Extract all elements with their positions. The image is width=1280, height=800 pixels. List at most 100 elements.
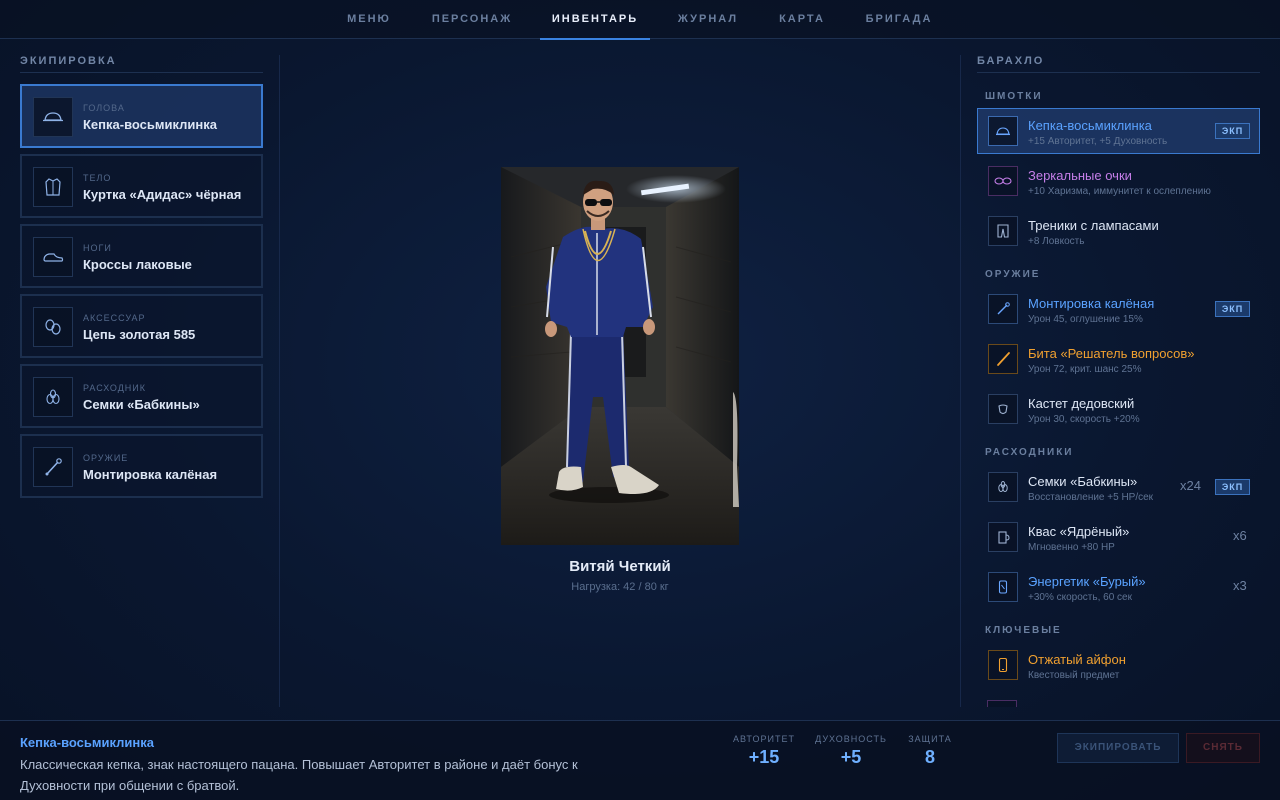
- inventory-item-crowbar[interactable]: Монтировка калёная Урон 45, оглушение 15…: [977, 286, 1260, 332]
- inventory-item-cap[interactable]: Кепка-восьмиклинка +15 Авторитет, +5 Дух…: [977, 108, 1260, 154]
- right-divider: [960, 55, 961, 707]
- inventory-divider: [977, 72, 1260, 73]
- item-quantity: x24: [1180, 478, 1201, 493]
- inventory-item-kvass[interactable]: Квас «Ядрёный» Мгновенно +80 HP x6: [977, 514, 1260, 560]
- equipment-title: ЭКИПИРОВКА: [20, 55, 117, 67]
- item-name: Энергетик «Бурый»: [1028, 574, 1146, 589]
- slot-item-name: Кроссы лаковые: [83, 257, 192, 272]
- slot-type: ОРУЖИЕ: [83, 453, 129, 463]
- slot-type: АКСЕССУАР: [83, 313, 146, 323]
- unequip-button[interactable]: СНЯТЬ: [1186, 733, 1260, 763]
- cap-icon: [988, 116, 1018, 146]
- tab-map[interactable]: КАРТА: [772, 0, 832, 39]
- item-desc: Урон 72, крит. шанс 25%: [1028, 364, 1142, 375]
- equip-slot-head[interactable]: ГОЛОВА Кепка-восьмиклинка: [20, 84, 263, 148]
- item-name: Кастет дедовский: [1028, 396, 1135, 411]
- jacket-icon: [33, 167, 73, 207]
- stat-value: +5: [840, 747, 862, 767]
- equip-slot-weapon[interactable]: ОРУЖИЕ Монтировка калёная: [20, 434, 263, 498]
- character-load: Нагрузка: 42 / 80 кг: [571, 581, 669, 593]
- slot-type: ГОЛОВА: [83, 103, 125, 113]
- inventory-item-phone[interactable]: Отжатый айфон Квестовый предмет: [977, 642, 1260, 688]
- cap-icon: [33, 97, 73, 137]
- stat-value: +15: [748, 747, 780, 767]
- stat-defense: ЗАЩИТА 8: [902, 734, 958, 768]
- inventory-item-seeds[interactable]: Семки «Бабкины» Восстановление +5 HP/сек…: [977, 464, 1260, 510]
- character-portrait: [501, 167, 739, 545]
- category-weapons: ОРУЖИЕ: [985, 269, 1041, 280]
- item-name: Бита «Решатель вопросов»: [1028, 346, 1195, 361]
- item-desc: +15 Авторитет, +5 Духовность: [1028, 136, 1168, 147]
- stat-value: 8: [924, 747, 935, 767]
- slot-type: НОГИ: [83, 243, 112, 253]
- item-name: Отжатый айфон: [1028, 652, 1126, 667]
- chain-icon: [33, 307, 73, 347]
- equipped-badge: ЭКП: [1215, 479, 1250, 495]
- seeds-icon: [33, 377, 73, 417]
- item-desc: Урон 30, скорость +20%: [1028, 414, 1140, 425]
- item-desc: +30% скорость, 60 сек: [1028, 592, 1132, 603]
- item-desc: +8 Ловкость: [1028, 236, 1085, 247]
- item-name: Квас «Ядрёный»: [1028, 524, 1130, 539]
- stat-label: ЗАЩИТА: [908, 734, 952, 744]
- item-desc: Урон 45, оглушение 15%: [1028, 314, 1143, 325]
- inventory-item-knuckles[interactable]: Кастет дедовский Урон 30, скорость +20%: [977, 386, 1260, 432]
- category-consumables: РАСХОДНИКИ: [985, 447, 1074, 458]
- inventory-item-bat[interactable]: Бита «Решатель вопросов» Урон 72, крит. …: [977, 336, 1260, 382]
- equip-slot-body[interactable]: ТЕЛО Куртка «Адидас» чёрная: [20, 154, 263, 218]
- category-clothes: ШМОТКИ: [985, 91, 1043, 102]
- item-desc: Квестовый предмет: [1028, 670, 1120, 681]
- tab-inventory[interactable]: ИНВЕНТАРЬ: [540, 0, 650, 40]
- inventory-item-glasses[interactable]: Зеркальные очки +10 Харизма, иммунитет к…: [977, 158, 1260, 204]
- item-name: Монтировка калёная: [1028, 296, 1155, 311]
- crowbar-icon: [33, 447, 73, 487]
- equipped-badge: ЭКП: [1215, 301, 1250, 317]
- stat-label: АВТОРИТЕТ: [733, 734, 795, 744]
- left-divider: [279, 55, 280, 707]
- slot-item-name: Цепь золотая 585: [83, 327, 196, 342]
- inventory-item-pants[interactable]: Треники с лампасами +8 Ловкость: [977, 208, 1260, 254]
- tab-journal[interactable]: ЖУРНАЛ: [672, 0, 744, 39]
- equip-slot-legs[interactable]: НОГИ Кроссы лаковые: [20, 224, 263, 288]
- item-quantity: x3: [1233, 578, 1247, 593]
- item-name: Кепка-восьмиклинка: [1028, 118, 1152, 133]
- phone-icon: [988, 650, 1018, 680]
- item-name: Семки «Бабкины»: [1028, 474, 1138, 489]
- sneaker-icon: [33, 237, 73, 277]
- list-cutoff-item: [987, 700, 1017, 707]
- equip-slot-accessory[interactable]: АКСЕССУАР Цепь золотая 585: [20, 294, 263, 358]
- tab-brigade[interactable]: БРИГАДА: [860, 0, 938, 39]
- item-name: Треники с лампасами: [1028, 218, 1159, 233]
- seeds-icon: [988, 472, 1018, 502]
- inventory-title: БАРАХЛО: [977, 55, 1045, 67]
- item-name: Зеркальные очки: [1028, 168, 1132, 183]
- pants-icon: [988, 216, 1018, 246]
- stat-authority: АВТОРИТЕТ +15: [730, 734, 798, 768]
- inventory-item-energy[interactable]: Энергетик «Бурый» +30% скорость, 60 сек …: [977, 564, 1260, 610]
- tab-character[interactable]: ПЕРСОНАЖ: [426, 0, 518, 39]
- equipped-badge: ЭКП: [1215, 123, 1250, 139]
- knuckles-icon: [988, 394, 1018, 424]
- item-desc: Восстановление +5 HP/сек: [1028, 492, 1154, 503]
- slot-item-name: Монтировка калёная: [83, 467, 218, 482]
- slot-item-name: Куртка «Адидас» чёрная: [83, 187, 242, 202]
- can-icon: [988, 572, 1018, 602]
- bat-icon: [988, 344, 1018, 374]
- crowbar-icon: [988, 294, 1018, 324]
- item-quantity: x6: [1233, 528, 1247, 543]
- mug-icon: [988, 522, 1018, 552]
- selected-item-title: Кепка-восьмиклинка: [20, 735, 155, 750]
- stat-label: ДУХОВНОСТЬ: [815, 734, 887, 744]
- top-nav: МЕНЮ ПЕРСОНАЖ ИНВЕНТАРЬ ЖУРНАЛ КАРТА БРИ…: [0, 0, 1280, 40]
- tab-menu[interactable]: МЕНЮ: [339, 0, 399, 39]
- selected-item-description: Классическая кепка, знак настоящего паца…: [20, 757, 578, 793]
- equip-slot-consumable[interactable]: РАСХОДНИК Семки «Бабкины»: [20, 364, 263, 428]
- slot-item-name: Семки «Бабкины»: [83, 397, 200, 412]
- equip-button[interactable]: ЭКИПИРОВАТЬ: [1057, 733, 1179, 763]
- equipment-divider: [20, 72, 263, 73]
- stat-spirituality: ДУХОВНОСТЬ +5: [812, 734, 890, 768]
- item-desc: +10 Харизма, иммунитет к ослеплению: [1028, 186, 1211, 197]
- glasses-icon: [988, 166, 1018, 196]
- character-name: Витяй Четкий: [569, 558, 671, 575]
- slot-item-name: Кепка-восьмиклинка: [83, 117, 218, 132]
